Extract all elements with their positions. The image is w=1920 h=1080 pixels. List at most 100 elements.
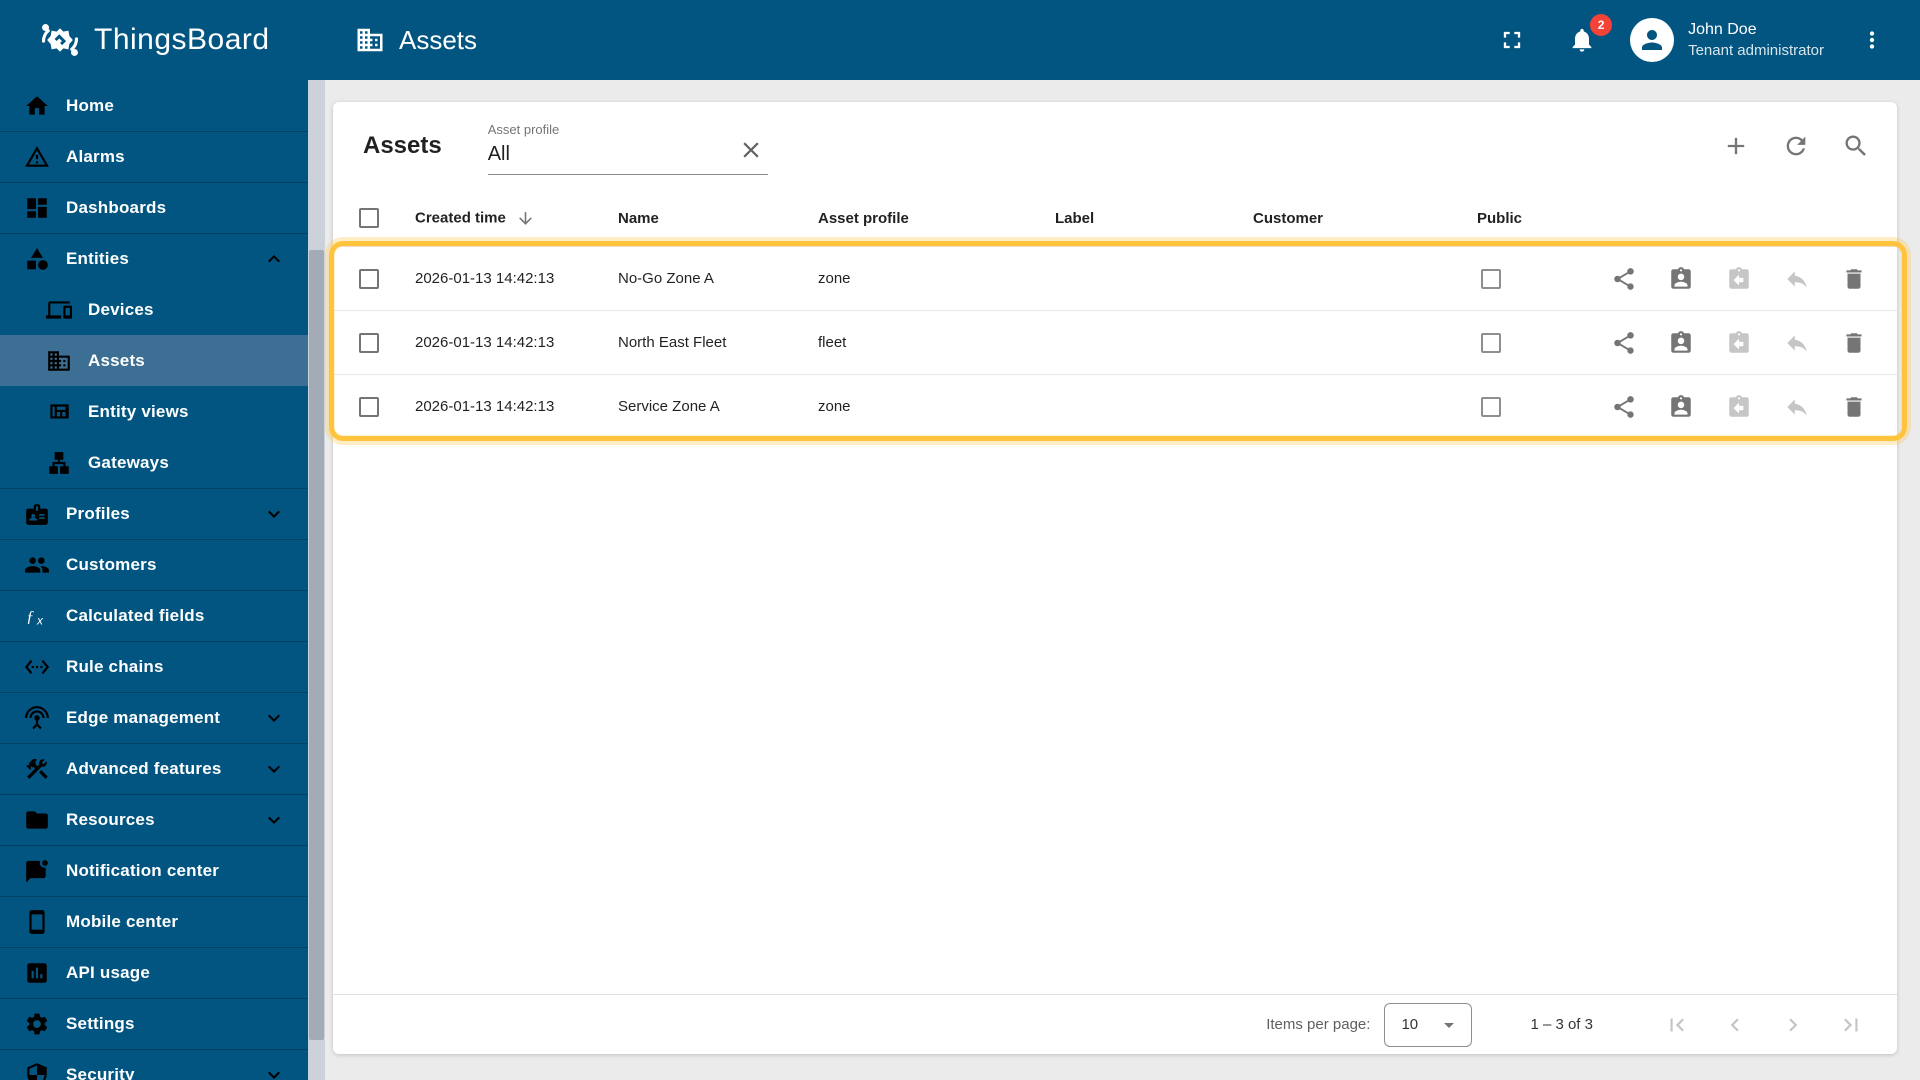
row-checkbox[interactable] [359,396,379,417]
notifications-button[interactable]: 2 [1560,14,1613,62]
sidebar-item-security[interactable]: Security [0,1049,308,1080]
filter-value[interactable]: All [487,141,768,175]
trash-icon [1841,266,1867,292]
sidebar-item-rule-chains[interactable]: Rule chains [0,641,308,692]
previous-page-button[interactable] [1713,1003,1757,1047]
page-size-select[interactable]: 10 [1384,1002,1473,1047]
column-header-public[interactable]: Public [1465,210,1585,227]
assign-to-edge-button[interactable] [1719,259,1759,299]
user-menu[interactable]: John Doe Tenant administrator [1630,18,1824,62]
thingsboard-logo-icon [38,18,82,62]
cell-created-time: 2026-01-13 14:42:13 [415,398,555,415]
assign-to-edge-button[interactable] [1719,387,1759,427]
search-button[interactable] [1835,125,1877,167]
first-page-icon [1664,1012,1690,1038]
app-logo[interactable]: ThingsBoard [38,18,270,62]
table-toolbar: Assets Asset profile All [333,102,1897,190]
sidebar-item-entity-views[interactable]: Entity views [0,386,308,437]
user-name: John Doe [1688,21,1757,38]
last-page-button[interactable] [1829,1003,1873,1047]
sidebar-item-entities[interactable]: Entities [0,233,308,284]
sidebar-item-resources[interactable]: Resources [0,794,308,845]
sidebar-item-notification-center[interactable]: Notification center [0,845,308,896]
chevron-down-icon [262,808,286,832]
share-icon [1611,330,1637,356]
sidebar-item-mobile-center[interactable]: Mobile center [0,896,308,947]
assign-to-customer-button[interactable] [1661,323,1701,363]
brand-name: ThingsBoard [94,23,270,56]
table-row[interactable]: 2026-01-13 14:42:13 No-Go Zone A zone [333,246,1897,310]
last-page-icon [1838,1012,1864,1038]
public-checkbox[interactable] [1481,268,1501,289]
sidebar-item-gateways[interactable]: Gateways [0,437,308,488]
column-header-customer[interactable]: Customer [1243,210,1465,227]
unassign-button[interactable] [1777,259,1817,299]
tools-icon [24,756,50,782]
fullscreen-button[interactable] [1490,18,1534,62]
asset-profile-filter[interactable]: Asset profile All [487,118,768,175]
breadcrumb: Assets [355,25,477,56]
sidebar: Home Alarms Dashboards Entities Devices … [0,80,308,1080]
reply-arrow-icon [1784,394,1810,420]
person-icon [1637,25,1667,55]
sidebar-item-edge-management[interactable]: Edge management [0,692,308,743]
avatar [1630,18,1675,62]
notification-icon [24,858,50,884]
table-row[interactable]: 2026-01-13 14:42:13 North East Fleet fle… [333,310,1897,374]
scrollbar-thumb[interactable] [309,250,324,1040]
unassign-button[interactable] [1777,387,1817,427]
people-icon [24,552,50,578]
sidebar-item-customers[interactable]: Customers [0,539,308,590]
column-header-asset-profile[interactable]: Asset profile [808,210,1045,227]
sidebar-item-devices[interactable]: Devices [0,284,308,335]
lan-icon [46,450,72,476]
select-all-checkbox[interactable] [359,208,379,228]
public-checkbox[interactable] [1481,332,1501,353]
share-button[interactable] [1604,259,1644,299]
first-page-button[interactable] [1655,1003,1699,1047]
home-icon [24,93,50,119]
share-button[interactable] [1604,323,1644,363]
ethernet-icon [24,654,50,680]
add-asset-button[interactable] [1715,125,1757,167]
sidebar-item-alarms[interactable]: Alarms [0,131,308,182]
sidebar-item-home[interactable]: Home [0,80,308,131]
sidebar-item-settings[interactable]: Settings [0,998,308,1049]
assign-edge-icon [1726,394,1752,420]
assign-to-customer-button[interactable] [1661,259,1701,299]
dashboard-icon [24,195,50,221]
sidebar-item-profiles[interactable]: Profiles [0,488,308,539]
delete-button[interactable] [1834,387,1874,427]
column-header-created-time[interactable]: Created time [405,209,608,228]
folder-icon [24,807,50,833]
public-checkbox[interactable] [1481,396,1501,417]
more-menu-button[interactable] [1850,18,1894,62]
clear-filter-button[interactable] [736,135,766,165]
assign-to-edge-button[interactable] [1719,323,1759,363]
shield-icon [24,1062,50,1080]
chevron-down-icon [262,757,286,781]
cell-created-time: 2026-01-13 14:42:13 [415,334,555,351]
row-checkbox[interactable] [359,332,379,353]
devices-icon [46,297,72,323]
share-button[interactable] [1604,387,1644,427]
delete-button[interactable] [1834,323,1874,363]
row-checkbox[interactable] [359,268,379,289]
sidebar-item-assets[interactable]: Assets [0,335,308,386]
sidebar-item-dashboards[interactable]: Dashboards [0,182,308,233]
dropdown-arrow-icon [1437,1013,1461,1037]
table-row[interactable]: 2026-01-13 14:42:13 Service Zone A zone [333,374,1897,438]
unassign-button[interactable] [1777,323,1817,363]
sidebar-item-calculated-fields[interactable]: Calculated fields [0,590,308,641]
column-header-name[interactable]: Name [608,210,808,227]
delete-button[interactable] [1834,259,1874,299]
column-header-label[interactable]: Label [1045,210,1243,227]
sidebar-item-advanced-features[interactable]: Advanced features [0,743,308,794]
sidebar-item-api-usage[interactable]: API usage [0,947,308,998]
refresh-button[interactable] [1775,125,1817,167]
assign-to-customer-button[interactable] [1661,387,1701,427]
next-page-button[interactable] [1771,1003,1815,1047]
antenna-icon [24,705,50,731]
assign-customer-icon [1668,330,1694,356]
sidebar-scrollbar[interactable] [308,80,325,1080]
